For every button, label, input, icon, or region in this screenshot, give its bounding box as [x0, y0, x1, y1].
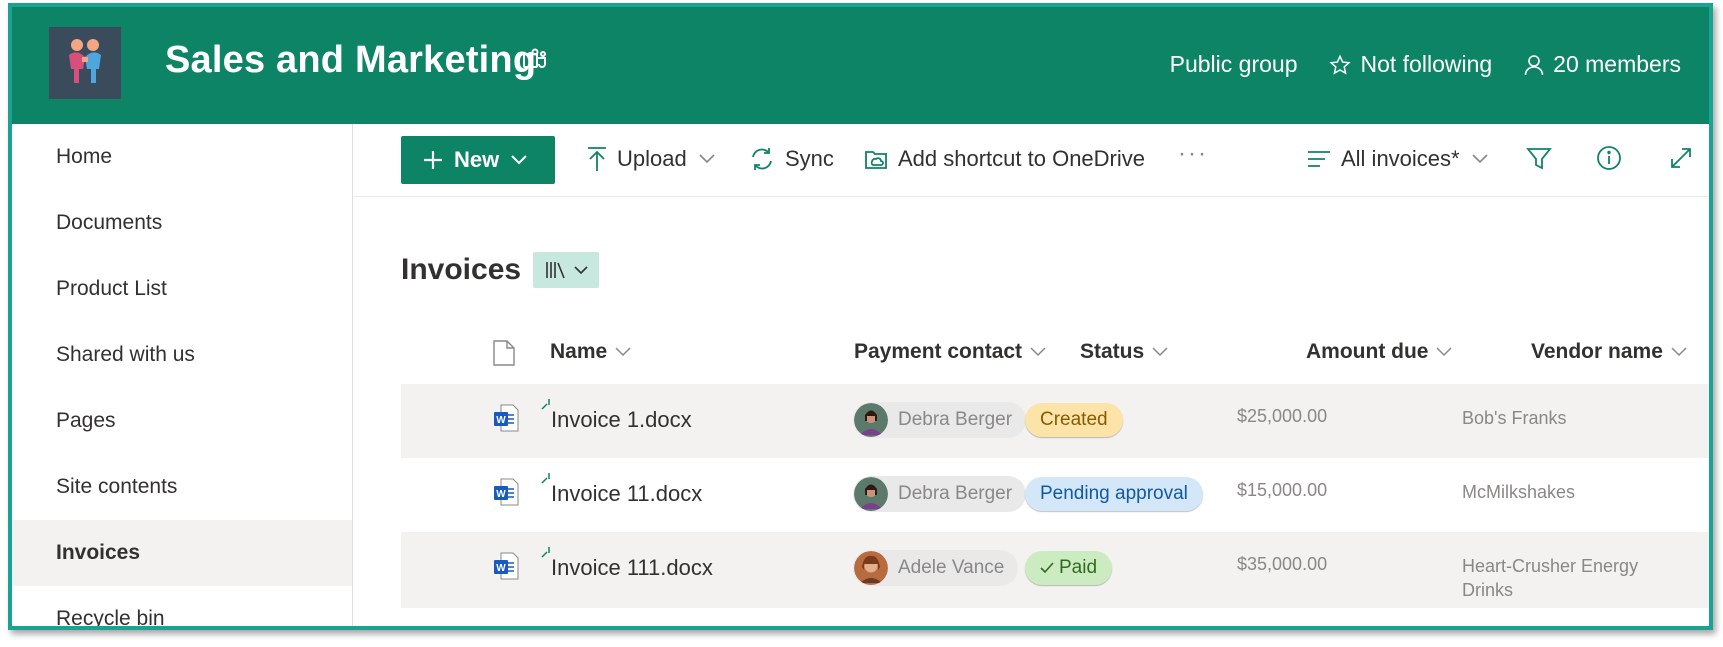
left-navigation: Home Documents Product List Shared with …: [12, 124, 353, 626]
nav-item-shared-with-us[interactable]: Shared with us: [12, 322, 352, 388]
upload-icon: [588, 147, 606, 171]
filter-icon: [1526, 148, 1552, 170]
contact-name: Adele Vance: [898, 557, 1005, 578]
members-label: 20 members: [1553, 51, 1681, 77]
library-view-menu[interactable]: [533, 252, 600, 288]
person-icon: [1524, 54, 1544, 75]
nav-item-home[interactable]: Home: [12, 124, 352, 190]
column-header-status[interactable]: Status: [1080, 340, 1168, 364]
chevron-down-icon: [1030, 347, 1046, 357]
view-switcher[interactable]: All invoices*: [1307, 146, 1498, 172]
payment-contact-persona[interactable]: Adele Vance: [853, 550, 1019, 586]
chevron-down-icon: [1152, 347, 1168, 357]
add-shortcut-label: Add shortcut to OneDrive: [898, 146, 1146, 171]
new-button[interactable]: New: [401, 136, 555, 184]
table-row[interactable]: W Invoice 11.docx Debra Berger Pending a…: [401, 458, 1709, 532]
avatar: [854, 551, 888, 585]
chevron-down-icon: [1472, 154, 1488, 164]
nav-item-recycle-bin[interactable]: Recycle bin: [12, 586, 352, 626]
chevron-down-icon: [615, 347, 631, 357]
add-shortcut-button[interactable]: Add shortcut to OneDrive: [864, 146, 1145, 172]
nav-item-site-contents[interactable]: Site contents: [12, 454, 352, 520]
chevron-down-icon: [1671, 347, 1687, 357]
sync-label: Sync: [785, 146, 834, 171]
sync-button[interactable]: Sync: [749, 146, 834, 172]
avatar: [854, 403, 888, 437]
info-button[interactable]: [1596, 145, 1632, 171]
plus-icon: [424, 151, 442, 169]
vendor-name: Heart-Crusher Energy Drinks: [1462, 556, 1639, 600]
members-button[interactable]: 20 members: [1524, 51, 1681, 78]
contact-name: Debra Berger: [898, 483, 1013, 504]
contact-name: Debra Berger: [898, 409, 1013, 430]
amount-due: $15,000.00: [1237, 480, 1328, 500]
nav-item-documents[interactable]: Documents: [12, 190, 352, 256]
sync-icon: [752, 148, 772, 170]
nav-item-product-list[interactable]: Product List: [12, 256, 352, 322]
file-name-link[interactable]: Invoice 1.docx: [551, 407, 692, 433]
filter-button[interactable]: [1526, 146, 1562, 172]
library-icon: [545, 262, 565, 279]
amount-due: $25,000.00: [1237, 406, 1328, 426]
site-header: Sales and Marketing Public group Not fol…: [12, 7, 1709, 124]
app-window: Sales and Marketing Public group Not fol…: [8, 3, 1713, 630]
column-header-vendor-name[interactable]: Vendor name: [1531, 340, 1687, 364]
site-title: Sales and Marketing: [165, 39, 537, 81]
more-actions-button[interactable]: ···: [1178, 140, 1208, 168]
column-header-name[interactable]: Name: [550, 340, 631, 364]
follow-label: Not following: [1360, 51, 1493, 77]
view-label: All invoices*: [1341, 146, 1460, 171]
chevron-down-icon: [699, 154, 715, 164]
checkmark-icon: [1040, 562, 1054, 574]
word-document-icon: W: [493, 552, 519, 585]
privacy-label: Public group: [1169, 51, 1298, 77]
chevron-down-icon: [573, 265, 588, 274]
star-icon: [1329, 54, 1352, 75]
teams-icon[interactable]: [522, 48, 548, 77]
upload-label: Upload: [617, 146, 687, 171]
command-bar: New Upload Sync Add shortcut to OneDrive…: [353, 124, 1709, 197]
new-label: New: [454, 147, 500, 172]
expand-icon: [1671, 148, 1691, 168]
status-badge: Pending approval: [1025, 477, 1203, 511]
site-logo[interactable]: [49, 27, 121, 99]
upload-button[interactable]: Upload: [587, 146, 725, 172]
file-type-header-icon[interactable]: [493, 340, 515, 371]
vendor-name: McMilkshakes: [1462, 482, 1576, 502]
svg-text:W: W: [496, 563, 506, 574]
file-name-link[interactable]: Invoice 11.docx: [551, 481, 702, 507]
onedrive-shortcut-icon: [865, 151, 887, 169]
follow-button[interactable]: Not following: [1329, 51, 1492, 78]
status-badge: Paid: [1025, 551, 1113, 585]
chevron-down-icon: [511, 155, 527, 165]
view-list-icon: [1308, 151, 1330, 167]
column-header-amount-due[interactable]: Amount due: [1306, 340, 1453, 364]
info-icon: [1597, 146, 1621, 170]
word-document-icon: W: [493, 404, 519, 437]
avatar: [854, 477, 888, 511]
status-badge: Created: [1025, 403, 1123, 437]
file-name-link[interactable]: Invoice 111.docx: [551, 555, 713, 581]
nav-item-invoices[interactable]: Invoices: [12, 520, 352, 586]
expand-button[interactable]: [1669, 146, 1703, 170]
svg-text:W: W: [496, 489, 506, 500]
column-header-payment-contact[interactable]: Payment contact: [854, 340, 1046, 364]
amount-due: $35,000.00: [1237, 554, 1328, 574]
table-row[interactable]: W Invoice 111.docx Adele Vance Paid $35,…: [401, 532, 1709, 608]
vendor-name: Bob's Franks: [1462, 408, 1567, 428]
payment-contact-persona[interactable]: Debra Berger: [853, 476, 1027, 512]
chevron-down-icon: [1436, 347, 1453, 357]
word-document-icon: W: [493, 478, 519, 511]
table-row[interactable]: W Invoice 1.docx Debra Berger Created $2…: [401, 384, 1709, 458]
svg-text:W: W: [496, 415, 506, 426]
payment-contact-persona[interactable]: Debra Berger: [853, 402, 1027, 438]
library-title: Invoices: [401, 253, 522, 286]
nav-item-pages[interactable]: Pages: [12, 388, 352, 454]
